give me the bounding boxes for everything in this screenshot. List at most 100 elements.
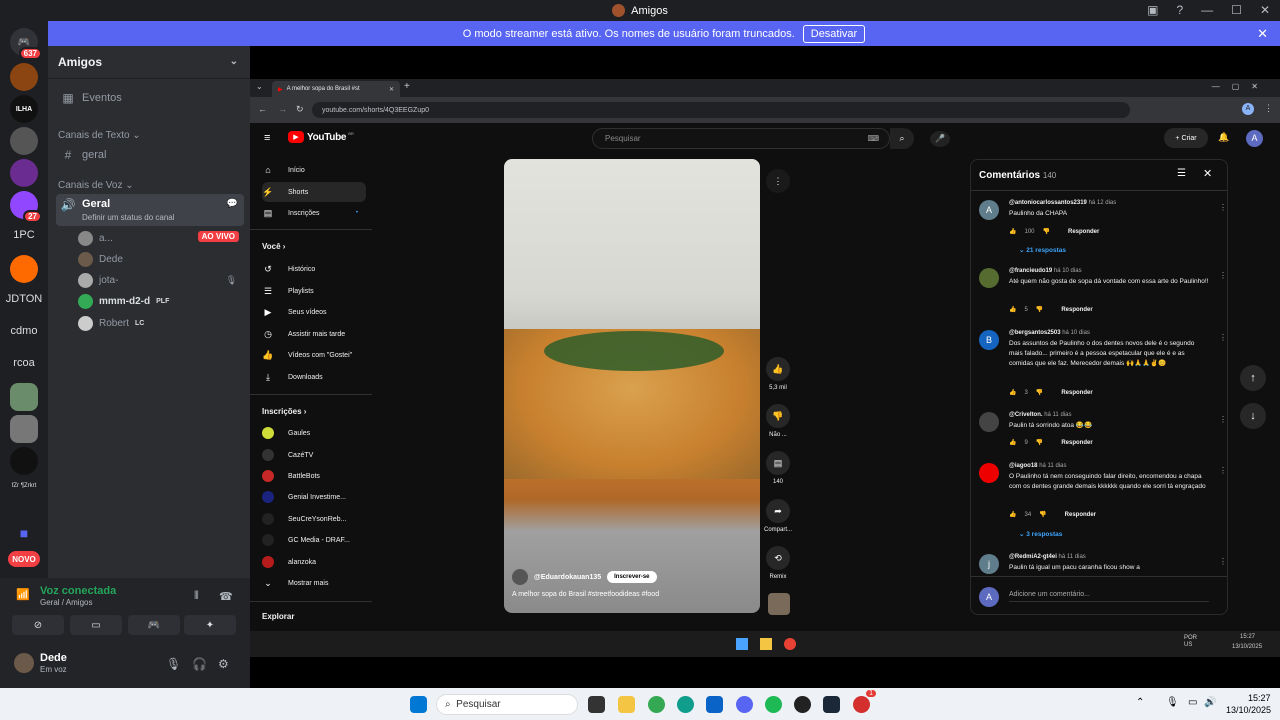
thumbs-up-icon[interactable]: 👍 — [1009, 389, 1016, 396]
more-icon[interactable]: ⋮ — [1219, 466, 1227, 475]
browser-tab[interactable]: ▶ A melhor sopa do Brasil #st ✕ — [272, 81, 400, 97]
windows-start-icon[interactable] — [736, 638, 748, 650]
explore-section[interactable]: Explorar — [262, 612, 294, 621]
server-rcoa[interactable]: rcoa — [0, 357, 48, 369]
server-icon[interactable] — [10, 127, 38, 155]
window-controls-icon[interactable]: —▢✕ — [1212, 82, 1270, 91]
avatar[interactable]: B — [979, 330, 999, 350]
help-icon[interactable]: ? — [1176, 3, 1183, 17]
dislike-button[interactable]: 👎 — [766, 404, 790, 428]
address-bar[interactable]: youtube.com/shorts/4Q3EEGZup0 — [312, 102, 1130, 118]
server-jdton[interactable]: JDTON — [0, 293, 48, 305]
comment-button[interactable]: ▤ — [766, 451, 790, 475]
server-text[interactable]: fZr ¶Zrkrt — [0, 483, 48, 489]
voice-channels-category[interactable]: Canais de Voz ⌄ — [58, 180, 134, 191]
sort-icon[interactable]: ☰ — [1177, 168, 1186, 179]
thumbs-down-icon[interactable]: 👎 — [1036, 306, 1043, 313]
windows-start-icon[interactable] — [410, 696, 427, 713]
avatar[interactable] — [979, 463, 999, 483]
audio-thumbnail[interactable] — [768, 593, 790, 615]
menu-icon[interactable]: ⋮ — [1264, 103, 1273, 114]
app-icon[interactable] — [794, 696, 811, 713]
avatar[interactable] — [14, 653, 34, 673]
clock-date[interactable]: 13/10/2025 — [1226, 705, 1271, 715]
chat-icon[interactable]: 💬 — [227, 198, 238, 209]
back-icon[interactable]: ← — [258, 104, 267, 114]
close-tab-icon[interactable]: ✕ — [389, 86, 394, 93]
folder-icon[interactable]: ■ — [10, 519, 38, 547]
comment-author[interactable]: @bergsantos2503 — [1009, 330, 1061, 336]
server-icon[interactable]: ILHA — [10, 95, 38, 123]
channel-status[interactable]: Definir um status do canal — [82, 213, 175, 222]
chrome-icon[interactable] — [784, 638, 796, 650]
comment-author[interactable]: @antoniocarlossantos2319 — [1009, 200, 1087, 206]
steam-icon[interactable] — [823, 696, 840, 713]
arrow-down-icon[interactable]: ↓ — [1240, 403, 1266, 429]
volume-icon[interactable]: 🔊 — [1204, 697, 1216, 708]
search-input[interactable]: Pesquisar ⌨ — [592, 128, 890, 149]
thumbs-down-icon[interactable]: 👎 — [1043, 228, 1050, 235]
add-comment-input[interactable]: Adicione um comentário... — [1009, 591, 1209, 602]
reply-button[interactable]: Responder — [1061, 307, 1092, 313]
activity-button[interactable]: 🎮 — [128, 615, 180, 635]
tab-search-icon[interactable]: ⌄ — [256, 82, 263, 91]
avatar[interactable] — [979, 268, 999, 288]
reply-button[interactable]: Responder — [1061, 440, 1092, 446]
reply-button[interactable]: Responder — [1061, 390, 1092, 396]
sub-channel[interactable]: alanzoka — [262, 552, 366, 572]
soundboard-button[interactable]: ✦ — [184, 615, 236, 635]
comment-author[interactable]: @francieudo19 — [1009, 268, 1052, 274]
text-channels-category[interactable]: Canais de Texto ⌄ — [58, 130, 141, 141]
language-indicator[interactable]: POR US — [1184, 635, 1197, 649]
comment-author[interactable]: @Crivelton. — [1009, 412, 1043, 418]
more-icon[interactable]: ⋮ — [1219, 557, 1227, 566]
show-more[interactable]: ⌄ Mostrar mais — [262, 573, 366, 593]
server-header[interactable]: Amigos ⌄ — [48, 46, 250, 79]
keyboard-icon[interactable]: ⌨ — [867, 134, 879, 143]
sub-channel[interactable]: GC Media - DRAF... — [262, 530, 366, 550]
inbox-icon[interactable]: ▣ — [1147, 3, 1158, 17]
avatar[interactable]: j — [979, 554, 999, 574]
remix-button[interactable]: ⟲ — [766, 546, 790, 570]
server-icon[interactable] — [10, 383, 38, 411]
replies-toggle[interactable]: ⌄ 21 respostas — [1019, 246, 1066, 254]
nav-history[interactable]: ↺ Histórico — [262, 259, 366, 279]
screen-share-button[interactable]: ▭ — [70, 615, 122, 635]
channel-handle[interactable]: @Eduardokauan135 — [534, 574, 601, 581]
camera-button[interactable]: ⊘ — [12, 615, 64, 635]
events-item[interactable]: ▦ Eventos — [56, 87, 244, 109]
bell-icon[interactable]: 🔔 — [1218, 132, 1229, 143]
voice-user[interactable]: mmm-d2-d PLF — [78, 292, 243, 310]
arrow-up-icon[interactable]: ↑ — [1240, 365, 1266, 391]
app-icon[interactable]: 1 — [853, 690, 876, 713]
voice-user[interactable]: a... AO VIVO — [78, 229, 243, 247]
disable-streamer-button[interactable]: Desativar — [802, 24, 866, 43]
reply-button[interactable]: Responder — [1065, 512, 1096, 518]
account-avatar[interactable]: A — [1246, 130, 1263, 147]
server-1pc[interactable]: 1PC — [0, 229, 48, 241]
sub-channel[interactable]: Gaules — [262, 423, 366, 443]
reload-icon[interactable]: ↻ — [296, 104, 304, 115]
spotify-icon[interactable] — [765, 696, 782, 713]
comment-author[interactable]: @RedmiA2-gt4ei — [1009, 554, 1057, 560]
chrome-icon[interactable] — [648, 696, 665, 713]
profile-icon[interactable]: A — [1242, 103, 1254, 115]
clock-time[interactable]: 15:27 — [1248, 693, 1271, 703]
share-button[interactable]: ➦ — [766, 499, 790, 523]
noise-suppression-icon[interactable]: ⦀ — [194, 590, 199, 603]
more-icon[interactable]: ⋮ — [1219, 203, 1227, 212]
more-icon[interactable]: ⋮ — [1219, 271, 1227, 280]
nav-playlists[interactable]: ☰ Playlists — [262, 281, 366, 301]
maximize-icon[interactable]: ☐ — [1231, 3, 1242, 17]
file-explorer-icon[interactable] — [760, 638, 772, 650]
nav-your-videos[interactable]: ▶ Seus vídeos — [262, 302, 366, 322]
thumbs-down-icon[interactable]: 👎 — [1036, 439, 1043, 446]
chevron-up-icon[interactable]: ⌃ — [1136, 697, 1144, 708]
server-icon[interactable] — [10, 415, 38, 443]
like-button[interactable]: 👍 — [766, 357, 790, 381]
video-title[interactable]: A melhor sopa do Brasil #streetfoodideas… — [512, 591, 659, 598]
nav-liked[interactable]: 👍 Vídeos com "Gostei" — [262, 345, 366, 365]
disconnect-icon[interactable]: ☎ — [219, 590, 233, 603]
voice-user[interactable]: Robert LC — [78, 314, 243, 332]
voice-user[interactable]: jota- 🎙 — [78, 271, 243, 289]
